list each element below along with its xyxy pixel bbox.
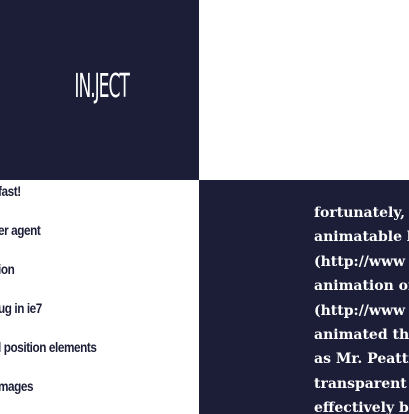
nav-item-position-elements[interactable]: l position elements (0, 338, 97, 356)
article-nav-list: fast! er agent ion ug in ie7 l position … (0, 180, 199, 414)
article-line: transparent a (314, 375, 409, 392)
article-line: animation of (314, 278, 409, 295)
nav-item-position[interactable]: ion (0, 260, 15, 278)
article-body: fortunately, s animatable b (http://www … (314, 201, 409, 414)
article-line: animated the (314, 327, 409, 344)
logo-block[interactable]: IN.JECT (0, 0, 199, 180)
nav-item-images[interactable]: mages (0, 377, 34, 395)
article-line: (http://www (314, 302, 406, 319)
article-line: as Mr. Peatti (314, 351, 409, 368)
nav-item-bug-ie7[interactable]: ug in ie7 (0, 299, 42, 317)
nav-item-user-agent[interactable]: er agent (0, 221, 41, 239)
article-line: animatable b (314, 229, 409, 246)
article-line: effectively be (314, 400, 409, 414)
article-line: fortunately, s (314, 205, 409, 221)
nav-item-fast[interactable]: fast! (0, 182, 21, 200)
article-panel: fortunately, s animatable b (http://www … (199, 180, 409, 414)
article-line: (http://www (314, 253, 406, 270)
site-logo[interactable]: IN.JECT (50, 66, 153, 106)
